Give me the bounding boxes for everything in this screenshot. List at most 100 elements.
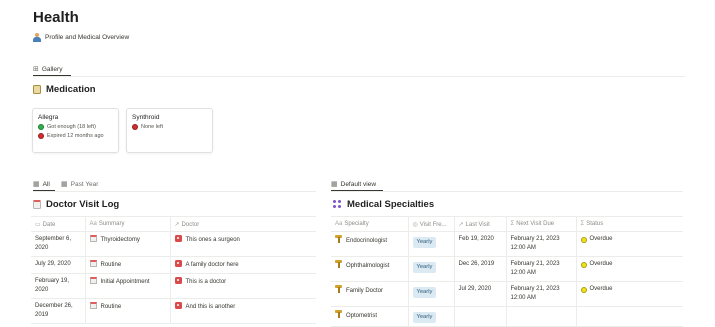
frequency-cell[interactable]: Yearly [407,306,454,327]
status-cell [575,306,683,327]
next-due-cell: February 21, 2023 12:00 AM [505,281,576,307]
specialty-cell[interactable]: Endocrinologist [331,231,408,257]
yellow-circle-icon [580,236,587,243]
table-row[interactable]: July 29, 2020 Routine A family doctor he… [31,256,316,274]
table-row[interactable]: Ophthalmologist Yearly Dec 26, 2019 Febr… [331,256,683,282]
medical-tool-icon [335,310,342,318]
column-header-status[interactable]: Σ Status [575,216,683,232]
frequency-tag: Yearly [412,262,437,273]
doctor-cell[interactable]: A family doctor here [169,256,316,274]
date-cell: December 26, 2019 [31,298,85,324]
person-icon [33,33,41,42]
medical-tool-icon [335,260,342,268]
gallery-grid-icon: ⊞ [33,65,39,73]
column-header-next-visit-due[interactable]: Σ Next Visit Due [505,216,576,232]
formula-icon: Σ [510,221,515,227]
last-visit-cell: Feb 19, 2020 [453,231,506,257]
tab-default-view[interactable]: ▦ Default view [331,178,383,191]
medical-tool-icon [335,235,342,243]
doctor-page-icon [174,235,182,242]
tab-gallery[interactable]: ⊞ Gallery [33,63,71,76]
formula-icon: ↗ [458,221,464,228]
frequency-cell[interactable]: Yearly [407,231,454,257]
date-cell: July 29, 2020 [31,256,85,274]
column-header-last-visit[interactable]: ↗ Last Visit [453,216,506,232]
formula-icon: Σ [580,221,585,227]
grid-dots-icon [333,200,342,209]
medication-card[interactable]: Allegra Got enough (18 left) Expired 12 … [32,108,119,153]
frequency-tag: Yearly [412,287,437,298]
frequency-tag: Yearly [412,312,437,323]
date-cell: September 6, 2020 [31,231,85,257]
medication-heading[interactable]: Medication [33,84,96,95]
next-due-cell [505,306,576,327]
red-circle-icon [38,133,44,139]
card-status-line: Expired 12 months ago [38,133,113,139]
pill-bottle-icon [33,85,41,94]
specialties-table: Aa Specialty ◎ Visit Fre... ↗ Last Visit ΣN… [331,216,683,327]
table-row[interactable]: December 26, 2019 Routine And this is an… [31,298,316,324]
specialty-cell[interactable]: Optometrist [331,306,408,327]
table-row[interactable]: February 19, 2020 Initial Appointment Th… [31,273,316,299]
page-title: Health [33,9,79,26]
column-header-date[interactable]: ▭ Date [31,216,85,232]
tab-all[interactable]: ▦ All [33,178,55,191]
column-header-visit-frequency[interactable]: ◎ Visit Fre... [407,216,454,232]
status-cell: Overdue [575,256,683,282]
visit-log-table: ▭ Date Aa Summary ↗ Doctor September 6, 202… [31,216,316,324]
doctor-cell[interactable]: This is a doctor [169,273,316,299]
visit-log-tabbar: ▦ All ▦ Past Year [33,178,316,192]
status-cell: Overdue [575,281,683,307]
calendar-icon [89,277,97,284]
summary-cell[interactable]: Initial Appointment [84,273,170,299]
next-due-cell: February 21, 2023 12:00 AM [505,256,576,282]
table-row[interactable]: Family Doctor Yearly Jul 29, 2020 Februa… [331,281,683,307]
doctor-page-icon [174,302,182,309]
relation-icon: ↗ [174,221,180,228]
table-row[interactable]: Optometrist Yearly [331,306,683,327]
last-visit-cell [453,306,506,327]
specialty-cell[interactable]: Ophthalmologist [331,256,408,282]
doctor-cell[interactable]: This ones a surgeon [169,231,316,257]
column-header-specialty[interactable]: Aa Specialty [331,216,408,232]
specialties-heading[interactable]: Medical Specialties [333,199,434,210]
visit-log-heading[interactable]: Doctor Visit Log [33,199,119,210]
date-cell: February 19, 2020 [31,273,85,299]
last-visit-cell: Jul 29, 2020 [453,281,506,307]
calendar-icon [89,260,97,267]
green-circle-icon [38,124,44,130]
frequency-cell[interactable]: Yearly [407,281,454,307]
text-icon: Aa [89,221,97,227]
column-header-summary[interactable]: Aa Summary [84,216,170,232]
summary-cell[interactable]: Routine [84,298,170,324]
medication-card[interactable]: Synthroid None left [126,108,213,153]
calendar-icon [89,235,97,242]
summary-cell[interactable]: Thyroidectomy [84,231,170,257]
profile-link-label: Profile and Medical Overview [45,34,130,41]
table-icon: ▦ [33,180,40,188]
doctor-page-icon [174,260,182,267]
table-icon: ▦ [331,180,338,188]
medical-tool-icon [335,285,342,293]
specialties-tabbar: ▦ Default view [331,178,683,192]
table-row[interactable]: September 6, 2020 Thyroidectomy This one… [31,231,316,257]
frequency-tag: Yearly [412,237,437,248]
status-cell: Overdue [575,231,683,257]
column-header-doctor[interactable]: ↗ Doctor [169,216,316,232]
yellow-circle-icon [580,286,587,293]
summary-cell[interactable]: Routine [84,256,170,274]
card-status-line: None left [132,124,207,130]
next-due-cell: February 21, 2023 12:00 AM [505,231,576,257]
frequency-cell[interactable]: Yearly [407,256,454,282]
tab-past-year[interactable]: ▦ Past Year [61,178,111,191]
table-row[interactable]: Endocrinologist Yearly Feb 19, 2020 Febr… [331,231,683,257]
card-status-line: Got enough (18 left) [38,124,113,130]
specialty-cell[interactable]: Family Doctor [331,281,408,307]
last-visit-cell: Dec 26, 2019 [453,256,506,282]
doctor-page-icon [174,277,182,284]
doctor-cell[interactable]: And this is another [169,298,316,324]
calendar-icon: ▭ [35,221,41,228]
calendar-icon [89,302,97,309]
profile-link[interactable]: Profile and Medical Overview [33,33,129,42]
text-icon: Aa [335,221,343,227]
